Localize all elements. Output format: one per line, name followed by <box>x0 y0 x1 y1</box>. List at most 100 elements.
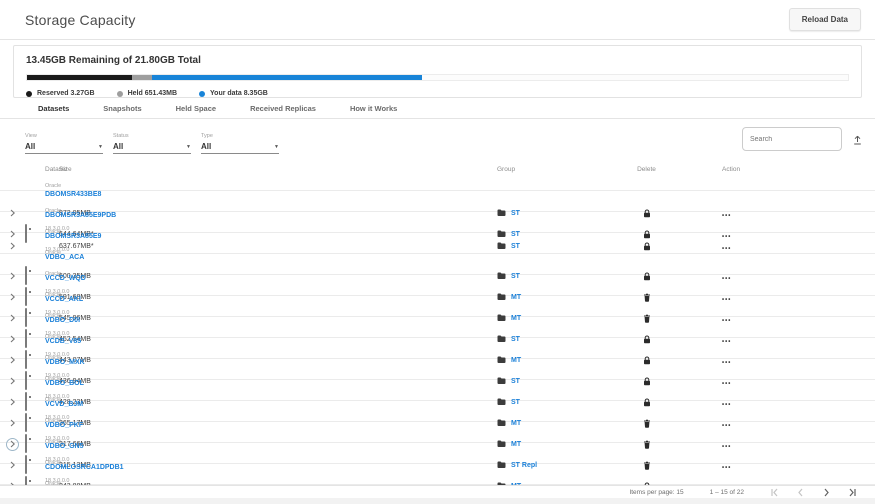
dataset-name-link[interactable]: DBOMSR3A85E9 <box>45 233 59 241</box>
group-link[interactable]: MT <box>511 357 521 364</box>
delete-button[interactable] <box>643 458 651 473</box>
last-page-button[interactable] <box>848 488 857 497</box>
group-link[interactable]: ST <box>511 399 520 406</box>
status-filter-select[interactable]: StatusAll▼ <box>113 124 191 154</box>
actions-menu-button[interactable]: ••• <box>700 402 731 408</box>
actions-menu-button[interactable]: ••• <box>700 381 731 387</box>
bar-segment-reserved <box>27 75 132 80</box>
delete-button[interactable] <box>643 269 651 284</box>
items-per-page[interactable]: Items per page: 15 <box>629 489 683 496</box>
expand-chevron[interactable] <box>6 396 19 409</box>
trash-icon <box>643 311 651 326</box>
expand-chevron[interactable] <box>6 240 19 253</box>
tab-received-replicas[interactable]: Received Replicas <box>250 104 316 113</box>
expand-chevron[interactable] <box>6 375 19 388</box>
folder-icon <box>497 314 506 322</box>
expand-chevron[interactable] <box>6 270 19 283</box>
actions-menu-button[interactable]: ••• <box>700 444 731 450</box>
group-link[interactable]: ST <box>511 378 520 385</box>
group-link[interactable]: MT <box>511 315 521 322</box>
delete-button[interactable] <box>643 206 651 221</box>
tab-snapshots[interactable]: Snapshots <box>103 104 141 113</box>
group-link[interactable]: ST <box>511 336 520 343</box>
next-page-button[interactable] <box>822 488 831 497</box>
group-link[interactable]: MT <box>511 420 521 427</box>
dataset-name-link[interactable]: VCCD_AKL <box>45 296 59 304</box>
capacity-summary-card: 13.45GB Remaining of 21.80GB Total Reser… <box>13 45 862 98</box>
type-filter-select[interactable]: TypeAll▼ <box>201 124 279 154</box>
expand-chevron[interactable] <box>6 228 19 241</box>
tab-datasets[interactable]: Datasets <box>38 104 69 113</box>
view-filter-select[interactable]: ViewAll▼ <box>25 124 103 154</box>
vdb-icon <box>25 224 27 243</box>
expand-chevron[interactable] <box>6 333 19 346</box>
lock-icon <box>643 374 651 389</box>
legend-label: Reserved 3.27GB <box>37 90 95 97</box>
actions-menu-button[interactable]: ••• <box>700 297 731 303</box>
delete-button[interactable] <box>643 332 651 347</box>
dataset-name-link[interactable]: VCCD_WQD <box>45 275 59 283</box>
delete-button[interactable] <box>643 353 651 368</box>
vdb-icon <box>25 392 27 411</box>
export-icon[interactable] <box>852 134 863 145</box>
expand-chevron[interactable] <box>6 459 19 472</box>
tab-held-space[interactable]: Held Space <box>176 104 216 113</box>
group-link[interactable]: ST <box>511 273 520 280</box>
expand-chevron[interactable] <box>6 438 19 451</box>
dataset-name-link[interactable]: VDBO_ACA <box>45 254 59 262</box>
reload-data-button[interactable]: Reload Data <box>789 8 861 31</box>
actions-menu-button[interactable]: ••• <box>700 360 731 366</box>
delete-button[interactable] <box>643 311 651 326</box>
dataset-name-link[interactable]: VDBO_MXK <box>45 359 59 367</box>
expand-chevron[interactable] <box>6 354 19 367</box>
dataset-name-link[interactable]: VDBO_GN5 <box>45 443 59 451</box>
dataset-name-link[interactable]: DBOMSR433BE8 <box>45 191 59 199</box>
bar-segment-your-data <box>152 75 422 80</box>
actions-menu-button[interactable]: ••• <box>700 465 731 471</box>
dataset-name-link[interactable]: VDBO_PKF <box>45 422 59 430</box>
expand-chevron[interactable] <box>6 480 19 486</box>
actions-menu-button[interactable]: ••• <box>700 423 731 429</box>
previous-page-button[interactable] <box>796 488 805 497</box>
delete-button[interactable] <box>643 374 651 389</box>
folder-icon <box>497 377 506 385</box>
actions-menu-button[interactable]: ••• <box>700 339 731 345</box>
tab-how-it-works[interactable]: How it Works <box>350 104 397 113</box>
folder-icon <box>497 398 506 406</box>
actions-menu-button[interactable]: ••• <box>700 246 731 252</box>
expand-chevron[interactable] <box>6 312 19 325</box>
dataset-name-link[interactable]: CDOMLOSRCA1DPDB1 <box>45 464 59 472</box>
dataset-name-link[interactable]: VDBO_D0I <box>45 317 59 325</box>
group-link[interactable]: MT <box>511 294 521 301</box>
vdb-icon <box>25 350 27 369</box>
group-link[interactable]: ST Repl <box>511 462 537 469</box>
delete-button[interactable] <box>643 290 651 305</box>
expand-chevron[interactable] <box>6 207 19 220</box>
dataset-name-link[interactable]: VCDB_V85 <box>45 338 59 346</box>
table-row: DBOMSR433BE8 Oracle 18.3.0.0.0 872.05MB … <box>0 191 875 212</box>
group-link[interactable]: ST <box>511 210 520 217</box>
actions-menu-button[interactable]: ••• <box>700 276 731 282</box>
trash-icon <box>643 437 651 452</box>
delete-button[interactable] <box>643 479 651 486</box>
dataset-name-link[interactable]: VCVD_BJM <box>45 401 59 409</box>
actions-menu-button[interactable]: ••• <box>700 318 731 324</box>
delete-button[interactable] <box>643 239 651 254</box>
actions-menu-button[interactable]: ••• <box>700 213 731 219</box>
dataset-name-link[interactable]: VDBO_BOL <box>45 380 59 388</box>
folder-icon <box>497 293 506 301</box>
group-link[interactable]: MT <box>511 441 521 448</box>
column-header-delete: Delete <box>637 166 656 173</box>
delete-button[interactable] <box>643 437 651 452</box>
expand-chevron[interactable] <box>6 291 19 304</box>
expand-chevron[interactable] <box>6 417 19 430</box>
group-link[interactable]: ST <box>511 243 520 250</box>
delete-button[interactable] <box>643 416 651 431</box>
first-page-button[interactable] <box>770 488 779 497</box>
group-link[interactable]: ST <box>511 231 520 238</box>
search-input[interactable] <box>742 127 842 151</box>
dataset-name-link[interactable]: DBOMSR3A85E9PDB <box>45 212 59 220</box>
group-link[interactable]: MT <box>511 483 521 486</box>
delete-button[interactable] <box>643 395 651 410</box>
vdb-icon <box>25 455 27 474</box>
